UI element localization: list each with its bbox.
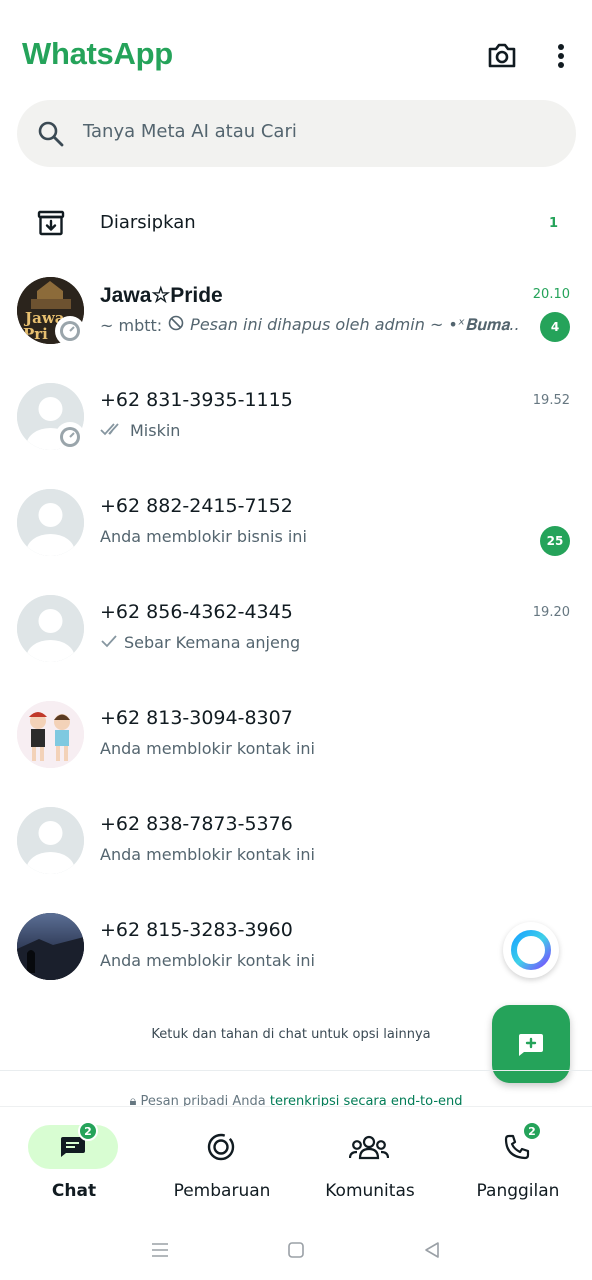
new-chat-button[interactable]: [492, 1005, 570, 1083]
app-header: WhatsApp: [0, 0, 592, 100]
chat-preview-text: Sebar Kemana anjeng: [124, 633, 301, 652]
new-chat-icon: [519, 1034, 543, 1056]
nav-calls-badge: 2: [522, 1121, 542, 1141]
nav-calls-label: Panggilan: [476, 1181, 560, 1201]
chat-preview-text: Pesan ini dihapus oleh admin ~ •ˣ𝐁𝐮𝐦𝐚...: [190, 315, 520, 334]
chat-preview-text: Miskin: [130, 421, 181, 440]
chat-name: +62 882-2415-7152: [100, 495, 293, 517]
chat-item[interactable]: +62 882-2415-7152 Anda memblokir bisnis …: [0, 479, 592, 579]
home-icon[interactable]: [284, 1238, 308, 1262]
chat-item[interactable]: Jawa Pri Jawa☆Pride ~ mbtt: Pesan ini dih…: [0, 267, 592, 367]
chat-time: 20.10: [532, 287, 570, 302]
meta-ai-button[interactable]: [503, 922, 559, 978]
community-icon: [349, 1135, 389, 1160]
search-placeholder: Tanya Meta AI atau Cari: [83, 121, 297, 142]
system-nav-bar: [0, 1216, 592, 1280]
chat-time: 19.20: [532, 605, 570, 620]
night-photo-avatar[interactable]: [17, 913, 84, 980]
nav-chat-pill: [28, 1125, 118, 1169]
default-avatar[interactable]: [17, 489, 84, 556]
nav-updates-pill: [176, 1125, 266, 1169]
back-icon[interactable]: [420, 1238, 444, 1262]
archived-count: 1: [548, 216, 558, 231]
chat-name: Jawa☆Pride: [100, 284, 223, 307]
chat-name: +62 856-4362-4345: [100, 601, 293, 623]
unread-badge: 4: [540, 312, 570, 342]
unread-badge: 25: [540, 526, 570, 556]
chat-item[interactable]: +62 856-4362-4345 Sebar Kemana anjeng 19…: [0, 585, 592, 685]
double-check-icon: [100, 421, 124, 440]
chat-preview-text: Anda memblokir kontak ini: [100, 739, 315, 758]
chat-name: +62 815-3283-3960: [100, 919, 293, 941]
chat-preview: Anda memblokir kontak ini: [100, 951, 520, 970]
chat-item[interactable]: +62 831-3935-1115 Miskin 19.52: [0, 373, 592, 473]
more-vertical-icon[interactable]: [543, 38, 579, 74]
meta-ai-icon: [511, 930, 551, 970]
recents-icon[interactable]: [148, 1238, 172, 1262]
archived-row[interactable]: Diarsipkan 1: [0, 192, 592, 256]
chat-sender: ~ mbtt:: [100, 315, 163, 335]
chat-preview-text: Anda memblokir kontak ini: [100, 951, 315, 970]
nav-chat[interactable]: 2 Chat: [0, 1121, 148, 1213]
status-ring-icon: [55, 316, 85, 346]
chat-preview-text: Anda memblokir bisnis ini: [100, 527, 307, 546]
app-title: WhatsApp: [22, 36, 173, 71]
cartoon-avatar[interactable]: [17, 701, 84, 768]
chat-item[interactable]: +62 838-7873-5376 Anda memblokir kontak …: [0, 797, 592, 897]
chat-preview-text: Anda memblokir kontak ini: [100, 845, 315, 864]
divider: [0, 1070, 592, 1071]
svg-text:Pri: Pri: [23, 325, 48, 343]
default-avatar[interactable]: [17, 595, 84, 662]
search-icon: [37, 120, 65, 148]
nav-calls[interactable]: 2 Panggilan: [444, 1121, 592, 1213]
nav-chat-label: Chat: [51, 1181, 97, 1201]
chat-preview: Sebar Kemana anjeng: [100, 633, 520, 652]
chat-time: 19.52: [532, 393, 570, 408]
nav-updates[interactable]: Pembaruan: [148, 1123, 296, 1213]
chat-preview: Miskin: [100, 421, 520, 440]
nav-community-pill: [324, 1125, 414, 1169]
nav-community-label: Komunitas: [325, 1181, 415, 1201]
status-ring-icon: [55, 422, 85, 452]
single-check-icon: [100, 633, 118, 652]
chat-preview: Anda memblokir kontak ini: [100, 739, 520, 758]
archive-icon: [36, 208, 66, 238]
archived-label: Diarsipkan: [100, 212, 196, 233]
chat-name: +62 831-3935-1115: [100, 389, 293, 411]
chat-name: +62 813-3094-8307: [100, 707, 293, 729]
camera-icon[interactable]: [484, 38, 520, 74]
nav-updates-label: Pembaruan: [173, 1181, 271, 1201]
chat-preview: Anda memblokir bisnis ini: [100, 527, 520, 546]
deleted-icon: [168, 315, 184, 335]
search-bar[interactable]: Tanya Meta AI atau Cari: [17, 100, 576, 167]
updates-icon: [207, 1133, 235, 1161]
chat-name: +62 838-7873-5376: [100, 813, 293, 835]
chat-preview: ~ mbtt: Pesan ini dihapus oleh admin ~ •…: [100, 315, 520, 335]
nav-calls-pill: [472, 1125, 562, 1169]
nav-community[interactable]: Komunitas: [296, 1123, 444, 1213]
nav-chat-badge: 2: [78, 1121, 98, 1141]
default-avatar[interactable]: [17, 807, 84, 874]
bottom-nav: 2 Chat Pembaruan Komunitas 2 Panggilan: [0, 1106, 592, 1216]
chat-item[interactable]: +62 813-3094-8307 Anda memblokir kontak …: [0, 691, 592, 791]
chat-preview: Anda memblokir kontak ini: [100, 845, 520, 864]
